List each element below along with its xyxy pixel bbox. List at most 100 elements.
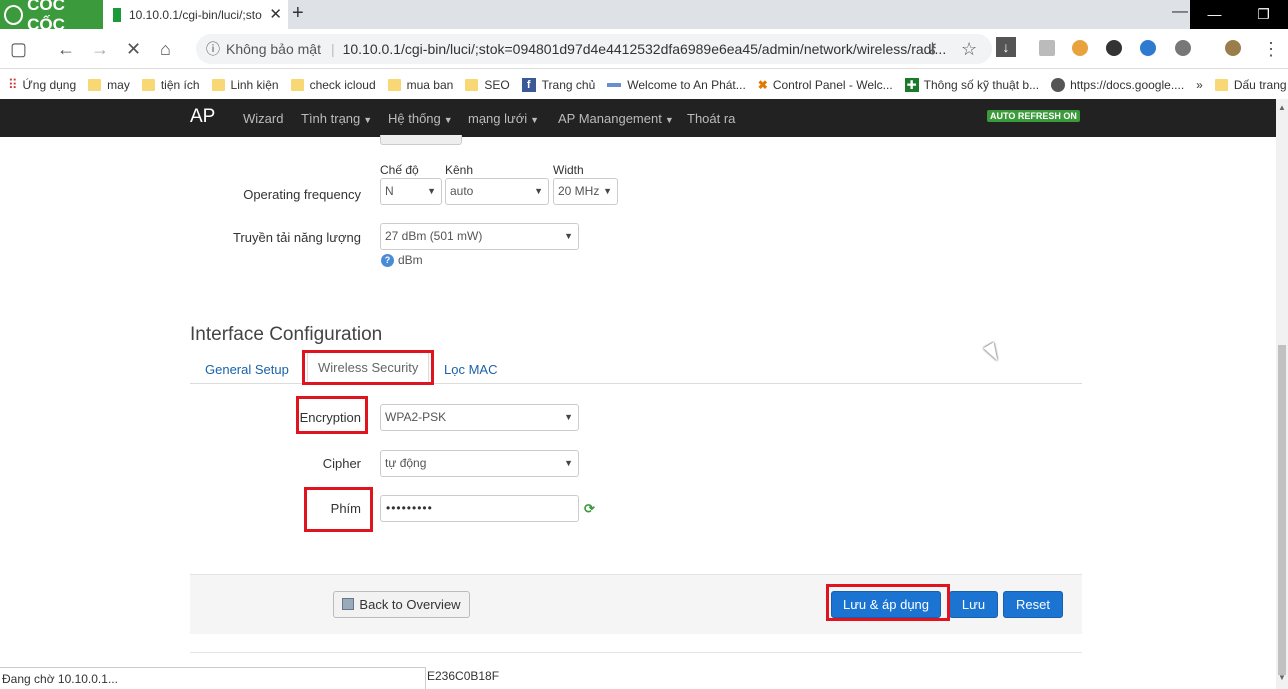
stop-loading-icon[interactable]: ✕ <box>126 38 141 60</box>
encryption-select[interactable]: WPA2-PSK ▼ <box>380 404 579 431</box>
cipher-label: Cipher <box>322 456 361 471</box>
bookmark-folder-other[interactable]: Dấu trang khác <box>1214 78 1288 92</box>
channel-label: Kênh <box>445 163 474 177</box>
reveal-password-icon[interactable]: ⟳ <box>584 502 597 515</box>
avatar[interactable] <box>1225 40 1241 56</box>
channel-select[interactable]: auto ▼ <box>445 178 549 205</box>
bookmarks-bar: ⠿ Ứng dụng may tiện ích Linh kiện check i… <box>0 70 1288 99</box>
width-select[interactable]: 20 MHz ▼ <box>553 178 618 205</box>
bookmark-link[interactable]: f Trang chủ <box>521 77 595 92</box>
forward-icon[interactable]: → <box>91 38 109 60</box>
tx-power-select[interactable]: 27 dBm (501 mW) ▼ <box>380 223 579 250</box>
tx-power-label: Truyền tải năng lượng <box>232 230 361 245</box>
folder-icon <box>387 78 401 91</box>
help-icon: ? <box>381 254 394 267</box>
bookmark-folder[interactable]: SEO <box>465 78 510 92</box>
info-icon[interactable]: ⓘ <box>206 39 220 59</box>
settings-extension-icon[interactable] <box>1175 40 1191 56</box>
bookmark-folder[interactable]: check icloud <box>290 78 376 92</box>
folder-icon <box>1214 78 1228 91</box>
favicon-icon <box>113 7 121 22</box>
serial-text: E236C0B18F <box>427 669 500 683</box>
minimize-button[interactable]: — <box>1190 0 1239 29</box>
bookmark-link[interactable]: Welcome to An Phát... <box>607 78 746 92</box>
browser-titlebar: CỐC CỐC 10.10.0.1/cgi-bin/luci/;sto ✕ + … <box>0 0 1288 34</box>
bookmarks-overflow[interactable]: » <box>1196 78 1203 92</box>
menu-system[interactable]: Hệ thống ▼ <box>388 111 453 126</box>
key-input[interactable]: ••••••••• <box>380 495 579 522</box>
site-icon <box>607 82 622 87</box>
auto-refresh-badge[interactable]: AUTO REFRESH ON <box>987 110 1080 122</box>
dropdown-arrow-icon: ▼ <box>564 412 573 422</box>
cross-icon: ✚ <box>904 77 919 92</box>
menu-logout[interactable]: Thoát ra <box>687 111 735 126</box>
home-icon[interactable]: ⌂ <box>160 38 171 60</box>
coccoc-extension-icon[interactable] <box>1072 40 1088 56</box>
dropdown-arrow-icon: ▼ <box>603 186 612 196</box>
highlight-box <box>304 487 373 532</box>
partial-button[interactable] <box>380 135 462 145</box>
folder-icon <box>211 78 225 91</box>
extension-icon[interactable] <box>1039 40 1055 56</box>
back-to-overview-button[interactable]: Back to Overview <box>333 591 470 618</box>
bookmark-apps[interactable]: ⠿ Ứng dụng <box>8 77 76 93</box>
dropdown-arrow-icon: ▼ <box>564 458 573 468</box>
restore-button[interactable]: ❐ <box>1239 0 1288 29</box>
caret-down-icon: ▼ <box>530 115 540 125</box>
bookmark-link[interactable]: https://docs.google.... <box>1051 77 1184 92</box>
download-icon[interactable]: ↓ <box>996 37 1016 57</box>
menu-status[interactable]: Tình trạng ▼ <box>301 111 372 126</box>
mode-select[interactable]: N ▼ <box>380 178 442 205</box>
operating-frequency-label: Operating frequency <box>243 187 361 202</box>
back-arrow-icon <box>342 598 355 610</box>
tab-general-setup[interactable]: General Setup <box>205 362 289 377</box>
menu-wizard[interactable]: Wizard <box>243 111 283 126</box>
highlight-box <box>302 350 434 385</box>
shield-extension-icon[interactable] <box>1140 40 1156 56</box>
menu-icon[interactable]: ⋮ <box>1262 38 1280 60</box>
new-tab-button[interactable]: + <box>292 2 304 25</box>
menu-ap-management[interactable]: AP Manangement ▼ <box>558 111 674 126</box>
key-icon[interactable]: ⚷ <box>927 38 938 60</box>
bookmark-folder[interactable]: mua ban <box>387 78 453 92</box>
adblock-icon[interactable] <box>1106 40 1122 56</box>
url-text[interactable]: 10.10.0.1/cgi-bin/luci/;stok=094801d97d4… <box>343 41 947 57</box>
bookmark-link[interactable]: ✚ Thông số kỹ thuật b... <box>904 77 1039 92</box>
reset-button[interactable]: Reset <box>1003 591 1063 618</box>
cipher-select[interactable]: tự động ▼ <box>380 450 579 477</box>
tab-mac-filter[interactable]: Lọc MAC <box>444 362 497 377</box>
dropdown-arrow-icon: ▼ <box>534 186 543 196</box>
brand[interactable]: AP <box>190 106 215 128</box>
caret-down-icon: ▼ <box>443 115 453 125</box>
coccoc-icon <box>4 4 24 25</box>
browser-tab[interactable]: 10.10.0.1/cgi-bin/luci/;sto ✕ <box>103 0 288 29</box>
bookmark-link[interactable]: ✖ Control Panel - Welc... <box>758 78 893 92</box>
bookmark-star-icon[interactable]: ☆ <box>961 38 977 60</box>
scroll-down-icon[interactable]: ▼ <box>1278 673 1286 682</box>
coccoc-logo[interactable]: CỐC CỐC <box>0 0 103 34</box>
dropdown-arrow-icon: ▼ <box>427 186 436 196</box>
caret-down-icon: ▼ <box>363 115 373 125</box>
close-tab-icon[interactable]: ✕ <box>269 5 282 23</box>
scrollbar-thumb[interactable] <box>1278 345 1286 675</box>
bookmark-folder[interactable]: Linh kiện <box>211 78 279 92</box>
folder-icon <box>290 78 304 91</box>
divider <box>190 652 1082 653</box>
joomla-icon: ✖ <box>757 77 768 92</box>
bookmark-folder[interactable]: tiện ích <box>141 78 200 92</box>
tab-title: 10.10.0.1/cgi-bin/luci/;sto <box>129 7 262 22</box>
minimize-icon[interactable]: — <box>1172 3 1188 21</box>
folder-icon <box>88 78 102 91</box>
scroll-up-icon[interactable]: ▲ <box>1278 103 1286 112</box>
facebook-icon: f <box>521 77 536 92</box>
bookmark-folder[interactable]: may <box>88 78 130 92</box>
scrollbar[interactable]: ▲ ▼ <box>1276 99 1288 689</box>
address-bar[interactable]: ⓘ Không bảo mật | 10.10.0.1/cgi-bin/luci… <box>196 34 992 64</box>
back-icon[interactable]: ← <box>57 38 75 60</box>
width-label: Width <box>553 163 584 177</box>
status-bar: Đang chờ 10.10.0.1... <box>0 667 426 689</box>
menu-network[interactable]: mạng lưới ▼ <box>468 111 539 126</box>
security-label: Không bảo mật <box>226 41 321 57</box>
sidebar-toggle-icon[interactable]: ▢ <box>10 38 27 60</box>
save-button[interactable]: Lưu <box>949 591 998 618</box>
